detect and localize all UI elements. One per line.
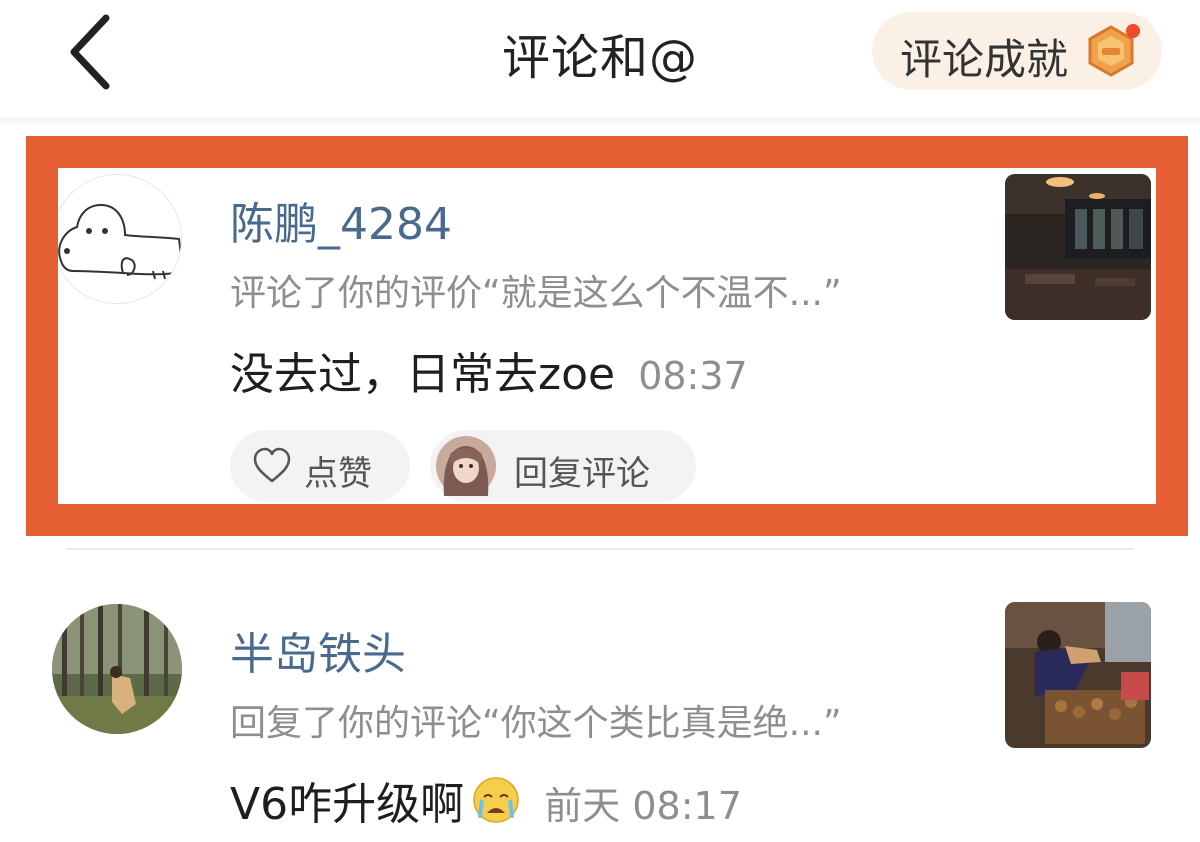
timestamp: 前天 08:17	[544, 784, 742, 828]
header-divider	[0, 118, 1200, 128]
achievement-label: 评论成就	[900, 35, 1069, 84]
notification-dot	[1126, 24, 1140, 38]
notification-action-text: 回复了你的评论“你这个类比真是绝...”	[230, 703, 842, 744]
comment-content: V6咋升级啊 前天 08:17	[230, 768, 742, 832]
comment-content: 没去过，日常去zoe 08:37	[230, 338, 748, 402]
heart-icon	[253, 447, 291, 483]
doodle-dog-avatar	[53, 175, 181, 303]
username[interactable]: 半岛铁头	[230, 618, 406, 682]
top-bar: 评论和@ 评论成就	[0, 0, 1200, 118]
username[interactable]: 陈鹏_4284	[230, 188, 452, 252]
notification-item[interactable]: 半岛铁头 回复了你的评论“你这个类比真是绝...” V6咋升级啊 前天 08:1…	[0, 592, 1200, 842]
post-thumbnail[interactable]	[1005, 602, 1151, 748]
comment-text: V6咋升级啊	[230, 779, 465, 830]
avatar[interactable]	[52, 174, 182, 304]
market-vendor-photo	[1005, 602, 1151, 748]
post-thumbnail[interactable]	[1005, 174, 1151, 320]
forest-person-photo	[52, 604, 182, 734]
notification-action-text: 评论了你的评价“就是这么个不温不...”	[230, 273, 842, 314]
notification-item[interactable]: 陈鹏_4284 评论了你的评价“就是这么个不温不...” 没去过，日常去zoe …	[0, 160, 1200, 540]
reply-comment-button[interactable]: 回复评论	[430, 430, 696, 502]
reply-label: 回复评论	[514, 454, 650, 494]
user-avatar-small	[436, 436, 496, 496]
crying-face-emoji	[473, 777, 519, 823]
like-label: 点赞	[304, 454, 372, 494]
restaurant-interior-photo	[1005, 174, 1151, 320]
divider	[66, 548, 1134, 550]
timestamp: 08:37	[638, 354, 748, 398]
comment-text: 没去过，日常去zoe	[230, 349, 616, 400]
avatar[interactable]	[52, 604, 182, 734]
comment-achievement-button[interactable]: 评论成就	[872, 12, 1162, 90]
like-button[interactable]: 点赞	[230, 430, 410, 502]
